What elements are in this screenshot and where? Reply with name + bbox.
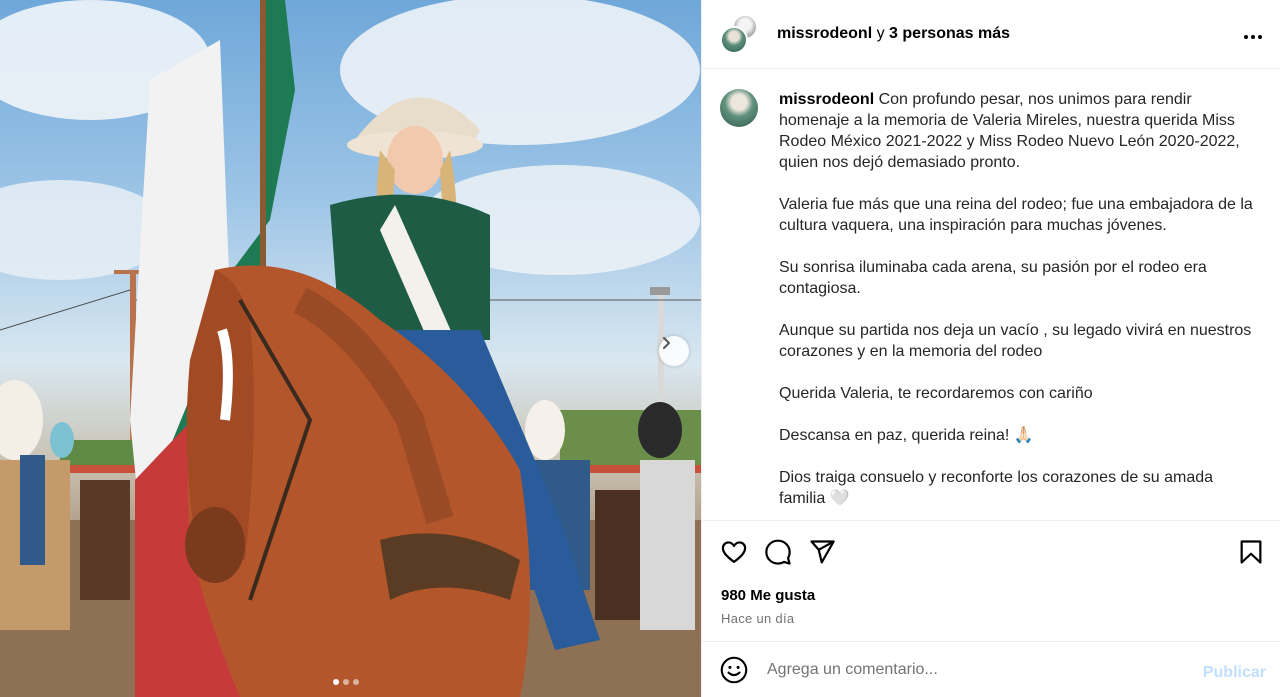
- post-sidebar: missrodeonl y 3 personas más missrodeonl…: [701, 0, 1280, 697]
- avatar: [720, 26, 748, 54]
- comment-icon: [765, 539, 791, 565]
- caption-paragraph: Querida Valeria, te recordaremos con car…: [779, 385, 1093, 402]
- carousel-dot-active: [333, 679, 339, 685]
- save-button[interactable]: [1237, 538, 1265, 566]
- carousel-next-button[interactable]: [659, 336, 689, 366]
- caption-paragraph: Aunque su partida nos deja un vacío , su…: [779, 322, 1252, 360]
- author-username[interactable]: missrodeonl: [777, 25, 872, 42]
- collaborators-link[interactable]: 3 personas más: [889, 25, 1010, 42]
- avatar[interactable]: [720, 89, 758, 127]
- comment-button[interactable]: [764, 538, 792, 566]
- caption-paragraph: Descansa en paz, querida reina! 🙏🏻: [779, 427, 1034, 444]
- emoji-button[interactable]: [720, 656, 748, 684]
- post-timestamp[interactable]: Hace un día: [721, 611, 794, 626]
- carousel-indicator: [333, 679, 359, 685]
- post-media[interactable]: [0, 0, 701, 697]
- caption-username[interactable]: missrodeonl: [779, 91, 874, 108]
- post-photo: [0, 0, 701, 697]
- collab-avatars[interactable]: [720, 14, 760, 54]
- send-icon: [810, 540, 835, 564]
- like-button[interactable]: [720, 538, 748, 566]
- more-options-button[interactable]: [1243, 24, 1263, 42]
- post-authors: missrodeonl y 3 personas más: [777, 25, 1010, 43]
- caption-paragraph: Dios traiga consuelo y reconforte los co…: [779, 469, 1214, 507]
- comment-input[interactable]: [767, 660, 1187, 679]
- post-actions: 980 Me gusta Hace un día: [702, 520, 1280, 641]
- carousel-dot: [343, 679, 349, 685]
- add-comment-bar: Publicar: [702, 641, 1280, 697]
- bookmark-icon: [1240, 540, 1262, 564]
- share-button[interactable]: [808, 538, 836, 566]
- caption-paragraph: Su sonrisa iluminaba cada arena, su pasi…: [779, 259, 1207, 297]
- publish-button[interactable]: Publicar: [1203, 664, 1266, 682]
- chevron-right-icon: [663, 337, 670, 349]
- likes-count[interactable]: 980 Me gusta: [721, 587, 815, 604]
- comments-section[interactable]: missrodeonl Con profundo pesar, nos unim…: [702, 70, 1280, 520]
- emoji-icon: [720, 656, 748, 683]
- caption-paragraph: Valeria fue más que una reina del rodeo;…: [779, 196, 1253, 234]
- caption-text: missrodeonl Con profundo pesar, nos unim…: [779, 89, 1259, 509]
- post-header: missrodeonl y 3 personas más: [702, 0, 1280, 69]
- action-buttons: [720, 538, 836, 566]
- caption-paragraph: missrodeonl Con profundo pesar, nos unim…: [779, 89, 1259, 173]
- carousel-dot: [353, 679, 359, 685]
- heart-icon: [721, 541, 747, 564]
- more-horizontal-icon: [1244, 35, 1262, 39]
- post-caption: missrodeonl Con profundo pesar, nos unim…: [720, 89, 1263, 509]
- author-connector: y: [876, 25, 885, 42]
